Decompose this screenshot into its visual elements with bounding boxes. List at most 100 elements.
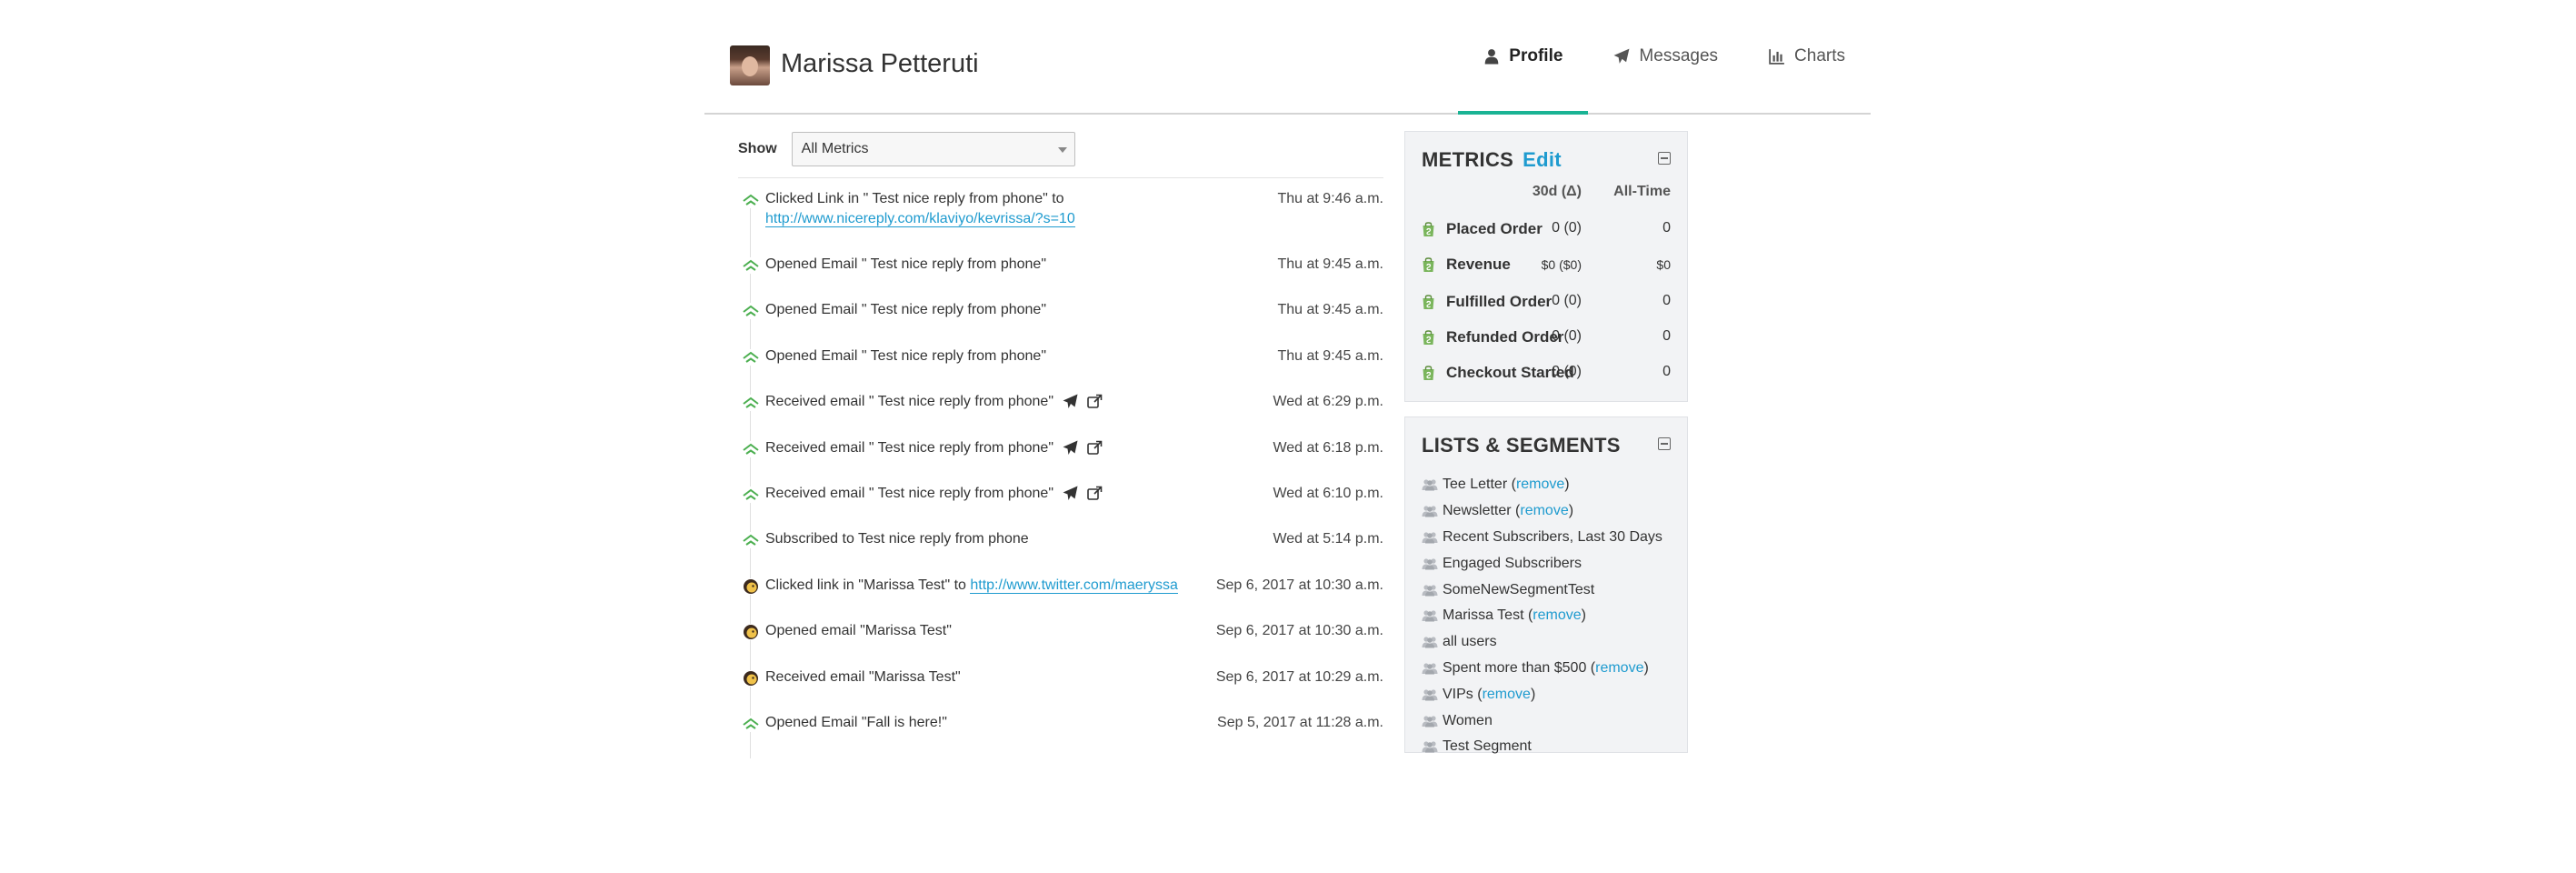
edit-metrics-link[interactable]: Edit xyxy=(1523,148,1562,171)
tab-profile[interactable]: Profile xyxy=(1458,0,1589,115)
metric-filter: Show All Metrics xyxy=(738,131,1075,167)
timeline-event: Clicked Link in " Test nice reply from p… xyxy=(738,187,1383,253)
paper-plane-icon xyxy=(1613,48,1630,64)
event-link[interactable]: http://www.nicereply.com/klaviyo/kevriss… xyxy=(765,211,1075,227)
user-icon xyxy=(1484,49,1499,65)
metric-name: Refunded Order xyxy=(1446,328,1564,346)
tab-label: Profile xyxy=(1509,46,1563,65)
timeline-event: Received email " Test nice reply from ph… xyxy=(738,390,1383,436)
people-icon xyxy=(1422,506,1438,517)
activity-feed: Show All Metrics Clicked Link in " Test … xyxy=(727,127,1383,758)
people-icon xyxy=(1422,584,1438,597)
external-link-icon[interactable] xyxy=(1087,486,1103,501)
list-name: Newsletter xyxy=(1443,503,1512,519)
metric-name: Placed Order xyxy=(1446,220,1543,237)
timeline: Clicked Link in " Test nice reply from p… xyxy=(738,187,1383,758)
metric-all-time-value: 0 xyxy=(1662,328,1671,344)
people-icon xyxy=(1422,610,1438,622)
klaviyo-icon xyxy=(743,351,759,363)
metrics-panel: METRICS Edit 30d (Δ) All-Time Placed Orde… xyxy=(1404,131,1688,402)
event-description: Received email "Marissa Test" xyxy=(765,668,961,685)
klaviyo-icon xyxy=(743,535,759,547)
event-text: Opened Email " Test nice reply from phon… xyxy=(765,346,1202,366)
segment-list: Tee Letter (remove) Newsletter (remove) Re… xyxy=(1422,472,1662,760)
external-link-icon[interactable] xyxy=(1087,440,1103,456)
view-message-icon[interactable] xyxy=(1063,486,1078,501)
filter-label: Show xyxy=(738,141,777,156)
list-name: Women xyxy=(1443,712,1493,728)
metric-30d-value: 0 (0) xyxy=(1552,328,1582,344)
timeline-event: Received email "Marissa Test" Sep 6, 2017… xyxy=(738,666,1383,711)
metric-row[interactable]: Placed Order 0 (0) 0 xyxy=(1422,217,1671,245)
event-text: Opened Email " Test nice reply from phon… xyxy=(765,255,1202,275)
list-name: VIPs xyxy=(1443,686,1473,702)
col-all-time-header: All-Time xyxy=(1613,184,1671,199)
metric-all-time-value: 0 xyxy=(1662,220,1671,236)
timeline-event: Subscribed to Test nice reply from phone… xyxy=(738,527,1383,573)
metric-filter-select[interactable]: All Metrics xyxy=(791,132,1075,166)
remove-link[interactable]: remove xyxy=(1516,477,1564,493)
tab-messages[interactable]: Messages xyxy=(1588,0,1743,113)
profile-tabs: Profile Messages Charts xyxy=(1458,0,1871,115)
event-timestamp: Wed at 6:29 p.m. xyxy=(1273,394,1383,410)
lists-title: LISTS & SEGMENTS xyxy=(1422,434,1621,457)
view-message-icon[interactable] xyxy=(1063,440,1078,456)
shopify-bag-icon xyxy=(1423,257,1434,272)
remove-link[interactable]: remove xyxy=(1520,503,1568,519)
klaviyo-icon xyxy=(743,443,759,455)
event-icon-wrap xyxy=(743,395,759,412)
klaviyo-icon xyxy=(743,488,759,500)
list-item: Engaged Subscribers xyxy=(1422,550,1662,577)
shopify-bag-icon xyxy=(1423,222,1434,236)
mailchimp-icon xyxy=(744,625,758,640)
event-text: Subscribed to Test nice reply from phone xyxy=(765,529,1202,549)
list-name: Recent Subscribers, Last 30 Days xyxy=(1443,528,1662,545)
metric-row[interactable]: Checkout Started 0 (0) 0 xyxy=(1422,361,1671,388)
people-icon xyxy=(1422,637,1438,648)
collapse-lists-button[interactable] xyxy=(1658,437,1671,450)
metric-row[interactable]: Refunded Order 0 (0) 0 xyxy=(1422,326,1671,353)
list-item: Recent Subscribers, Last 30 Days xyxy=(1422,525,1662,551)
profile-header: Marissa Petteruti Profile Messages Chart… xyxy=(704,0,1871,115)
event-text: Received email " Test nice reply from ph… xyxy=(765,438,1202,458)
event-description: Opened email "Marissa Test" xyxy=(765,623,952,639)
event-icon-wrap xyxy=(743,624,759,641)
divider xyxy=(738,177,1383,178)
remove-link[interactable]: remove xyxy=(1483,687,1531,703)
people-icon xyxy=(1422,479,1438,491)
timeline-event: Clicked link in "Marissa Test" to http:/… xyxy=(738,574,1383,619)
collapse-metrics-button[interactable] xyxy=(1658,152,1671,165)
list-name: Spent more than $500 xyxy=(1443,659,1587,676)
event-timestamp: Thu at 9:45 a.m. xyxy=(1277,302,1383,318)
tab-label: Messages xyxy=(1639,46,1719,65)
metrics-title: METRICS Edit xyxy=(1422,148,1562,171)
profile-name: Marissa Petteruti xyxy=(781,49,979,78)
metric-name: Fulfilled Order xyxy=(1446,293,1553,310)
metric-30d-value: $0 ($0) xyxy=(1541,257,1582,272)
list-name: Marissa Test xyxy=(1443,607,1524,624)
list-item: Marissa Test (remove) xyxy=(1422,603,1662,629)
bar-chart-icon xyxy=(1769,49,1784,65)
event-description: Opened Email " Test nice reply from phon… xyxy=(765,302,1046,318)
view-message-icon[interactable] xyxy=(1063,394,1078,409)
event-description: Received email " Test nice reply from ph… xyxy=(765,485,1053,501)
event-text: Opened Email "Fall is here!" xyxy=(765,713,1202,733)
event-link[interactable]: http://www.twitter.com/maeryssa xyxy=(970,577,1178,594)
list-item: Spent more than $500 (remove) xyxy=(1422,656,1662,682)
lists-segments-panel: LISTS & SEGMENTS Tee Letter (remove) News… xyxy=(1404,416,1688,754)
klaviyo-icon xyxy=(743,717,759,729)
shopify-bag-icon xyxy=(1423,366,1434,380)
event-timestamp: Sep 6, 2017 at 10:29 a.m. xyxy=(1215,668,1383,685)
event-timestamp: Sep 6, 2017 at 10:30 a.m. xyxy=(1215,577,1383,593)
event-icon-wrap xyxy=(743,303,759,320)
mailchimp-icon xyxy=(744,578,758,594)
external-link-icon[interactable] xyxy=(1087,394,1103,409)
metric-row[interactable]: Revenue $0 ($0) $0 xyxy=(1422,253,1671,280)
list-name: Tee Letter xyxy=(1443,477,1508,493)
event-text: Clicked Link in " Test nice reply from p… xyxy=(765,189,1202,229)
metric-row[interactable]: Fulfilled Order 0 (0) 0 xyxy=(1422,290,1671,317)
remove-link[interactable]: remove xyxy=(1595,660,1643,677)
remove-link[interactable]: remove xyxy=(1533,607,1581,624)
tab-charts[interactable]: Charts xyxy=(1743,0,1871,113)
event-description: Received email " Test nice reply from ph… xyxy=(765,439,1053,456)
